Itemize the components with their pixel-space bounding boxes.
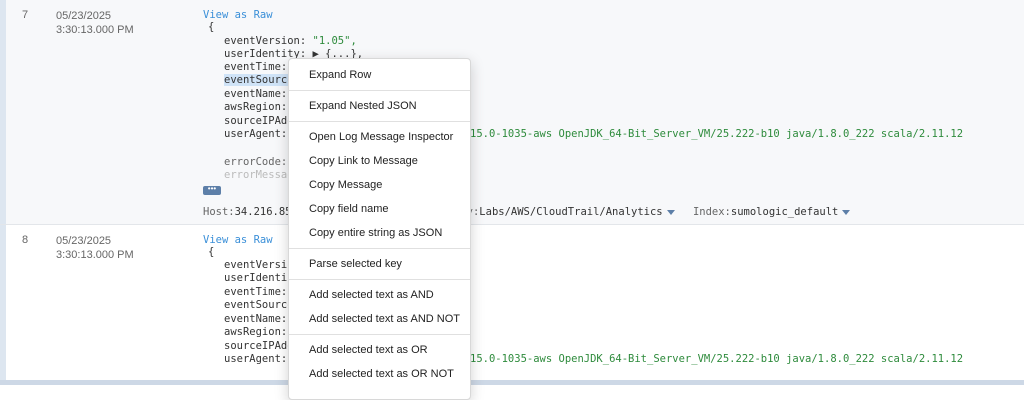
field-awsRegion: awsRegion: [224, 101, 288, 113]
selected-key[interactable]: eventSource [224, 74, 294, 86]
field-eventName: eventName: [224, 313, 288, 325]
field-eventTime: eventTime: [224, 61, 288, 73]
row-number: 7 [22, 9, 29, 21]
message-metadata: Host:34.216.85. [203, 206, 298, 218]
field-errorMessage: errorMessag [224, 169, 294, 181]
context-menu: Expand Row Expand Nested JSON Open Log M… [288, 58, 471, 400]
field-eventSource: eventSource [224, 74, 294, 86]
row-date-day: 05/23/2025 [56, 10, 112, 22]
field-errorCode: errorCode: [224, 156, 288, 168]
horizontal-scrollbar[interactable] [0, 380, 1024, 385]
index-dropdown-icon[interactable] [842, 209, 851, 215]
row-stripe [0, 0, 6, 224]
category-metadata: ory:Labs/AWS/CloudTrail/Analytics Index:… [454, 206, 851, 218]
index-value[interactable]: sumologic_default [731, 206, 838, 218]
menu-separator [289, 248, 470, 249]
field-eventName: eventName: [224, 88, 288, 100]
row-date: 05/23/2025 3:30:13.000 PM [56, 234, 134, 262]
row-date-time: 3:30:13.000 PM [56, 24, 134, 36]
menu-item-add-and-not[interactable]: Add selected text as AND NOT [309, 313, 460, 325]
message-row[interactable]: 8 05/23/2025 3:30:13.000 PM View as Raw … [0, 225, 1024, 385]
menu-item-copy-field-name[interactable]: Copy field name [309, 203, 389, 215]
message-row[interactable]: 7 05/23/2025 3:30:13.000 PM View as Raw … [0, 0, 1024, 225]
field-sourceIP: sourceIPAdd [224, 340, 294, 352]
field-userAgent: userAgent: [224, 128, 288, 140]
menu-separator [289, 279, 470, 280]
field-eventVersion: eventVersion: "1.05", [224, 35, 357, 47]
field-value: "1.05", [312, 35, 357, 47]
menu-item-expand-nested-json[interactable]: Expand Nested JSON [309, 100, 417, 112]
menu-item-add-and[interactable]: Add selected text as AND [309, 289, 434, 301]
category-dropdown-icon[interactable] [666, 209, 675, 215]
menu-item-copy-message[interactable]: Copy Message [309, 179, 382, 191]
menu-item-copy-link[interactable]: Copy Link to Message [309, 155, 418, 167]
row-date-day: 05/23/2025 [56, 235, 112, 247]
menu-item-copy-as-json[interactable]: Copy entire string as JSON [309, 227, 442, 239]
menu-item-parse-selected-key[interactable]: Parse selected key [309, 258, 402, 270]
field-eventTime: eventTime: [224, 286, 288, 298]
menu-item-expand-row[interactable]: Expand Row [309, 69, 371, 81]
host-label: Host: [203, 206, 235, 218]
field-userIdentity: userIdenti [224, 272, 288, 284]
field-awsRegion: awsRegion: [224, 326, 288, 338]
view-as-raw-link[interactable]: View as Raw [203, 234, 273, 246]
row-date-time: 3:30:13.000 PM [56, 249, 134, 261]
category-value[interactable]: Labs/AWS/CloudTrail/Analytics [479, 206, 662, 218]
index-label: Index: [692, 206, 731, 218]
menu-item-add-or-not[interactable]: Add selected text as OR NOT [309, 368, 454, 380]
field-eventVersion: eventVersio [224, 259, 294, 271]
field-eventSource: eventSource [224, 299, 294, 311]
open-brace: { [208, 246, 215, 258]
field-key: eventVersion: [224, 35, 307, 47]
menu-separator [289, 334, 470, 335]
field-userAgent-value: 15.0-1035-aws OpenJDK_64-Bit_Server_VM/2… [470, 353, 964, 365]
field-userAgent-value: 15.0-1035-aws OpenJDK_64-Bit_Server_VM/2… [470, 128, 964, 140]
row-stripe [0, 225, 6, 385]
show-more-button[interactable]: ••• [203, 185, 221, 195]
menu-separator [289, 121, 470, 122]
view-as-raw-link[interactable]: View as Raw [203, 9, 273, 21]
field-userAgent: userAgent: [224, 353, 288, 365]
field-sourceIP: sourceIPAdd [224, 115, 294, 127]
open-brace: { [208, 21, 215, 33]
menu-item-add-or[interactable]: Add selected text as OR [309, 344, 428, 356]
menu-item-open-log-inspector[interactable]: Open Log Message Inspector [309, 131, 453, 143]
row-number: 8 [22, 234, 29, 246]
menu-separator [289, 90, 470, 91]
row-date: 05/23/2025 3:30:13.000 PM [56, 9, 134, 37]
